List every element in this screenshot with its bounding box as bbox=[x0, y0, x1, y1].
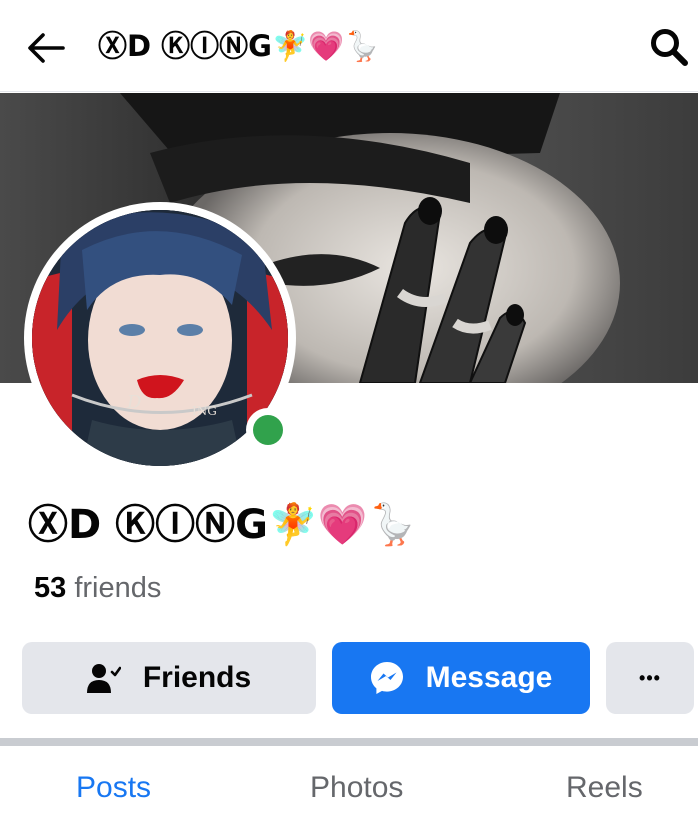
online-status-indicator bbox=[246, 408, 290, 452]
friends-count-number: 53 bbox=[34, 572, 67, 604]
search-icon bbox=[651, 29, 688, 66]
message-button[interactable]: Message bbox=[332, 642, 590, 714]
friends-count-label: friends bbox=[74, 572, 162, 604]
friend-check-icon bbox=[86, 663, 121, 693]
messenger-icon bbox=[370, 661, 404, 695]
profile-name: ⓍD ⓀⒾⓃG🧚💗🪿 bbox=[28, 502, 418, 548]
profile-tabs: Posts Photos Reels bbox=[0, 746, 698, 819]
more-options-button[interactable]: ••• bbox=[606, 642, 694, 714]
svg-text:D: D bbox=[126, 392, 142, 413]
back-button[interactable] bbox=[22, 24, 70, 72]
friends-count[interactable]: 53 friends bbox=[34, 570, 161, 606]
profile-picture[interactable]: D ING bbox=[24, 202, 296, 474]
friends-button-label: Friends bbox=[142, 661, 252, 694]
message-button-label: Message bbox=[425, 661, 553, 694]
search-button[interactable] bbox=[644, 22, 694, 72]
page-title: ⓍD ⓀⒾⓃG🧚💗🪿 bbox=[98, 29, 381, 63]
friends-button[interactable]: Friends bbox=[22, 642, 316, 714]
tab-reels[interactable]: Reels bbox=[566, 768, 643, 808]
arrow-left-icon bbox=[28, 33, 65, 63]
tab-posts[interactable]: Posts bbox=[76, 768, 151, 808]
tab-photos[interactable]: Photos bbox=[310, 768, 403, 808]
svg-text:ING: ING bbox=[192, 404, 217, 418]
top-bar: ⓍD ⓀⒾⓃG🧚💗🪿 bbox=[0, 0, 698, 92]
more-icon: ••• bbox=[639, 667, 661, 688]
section-divider bbox=[0, 738, 698, 746]
